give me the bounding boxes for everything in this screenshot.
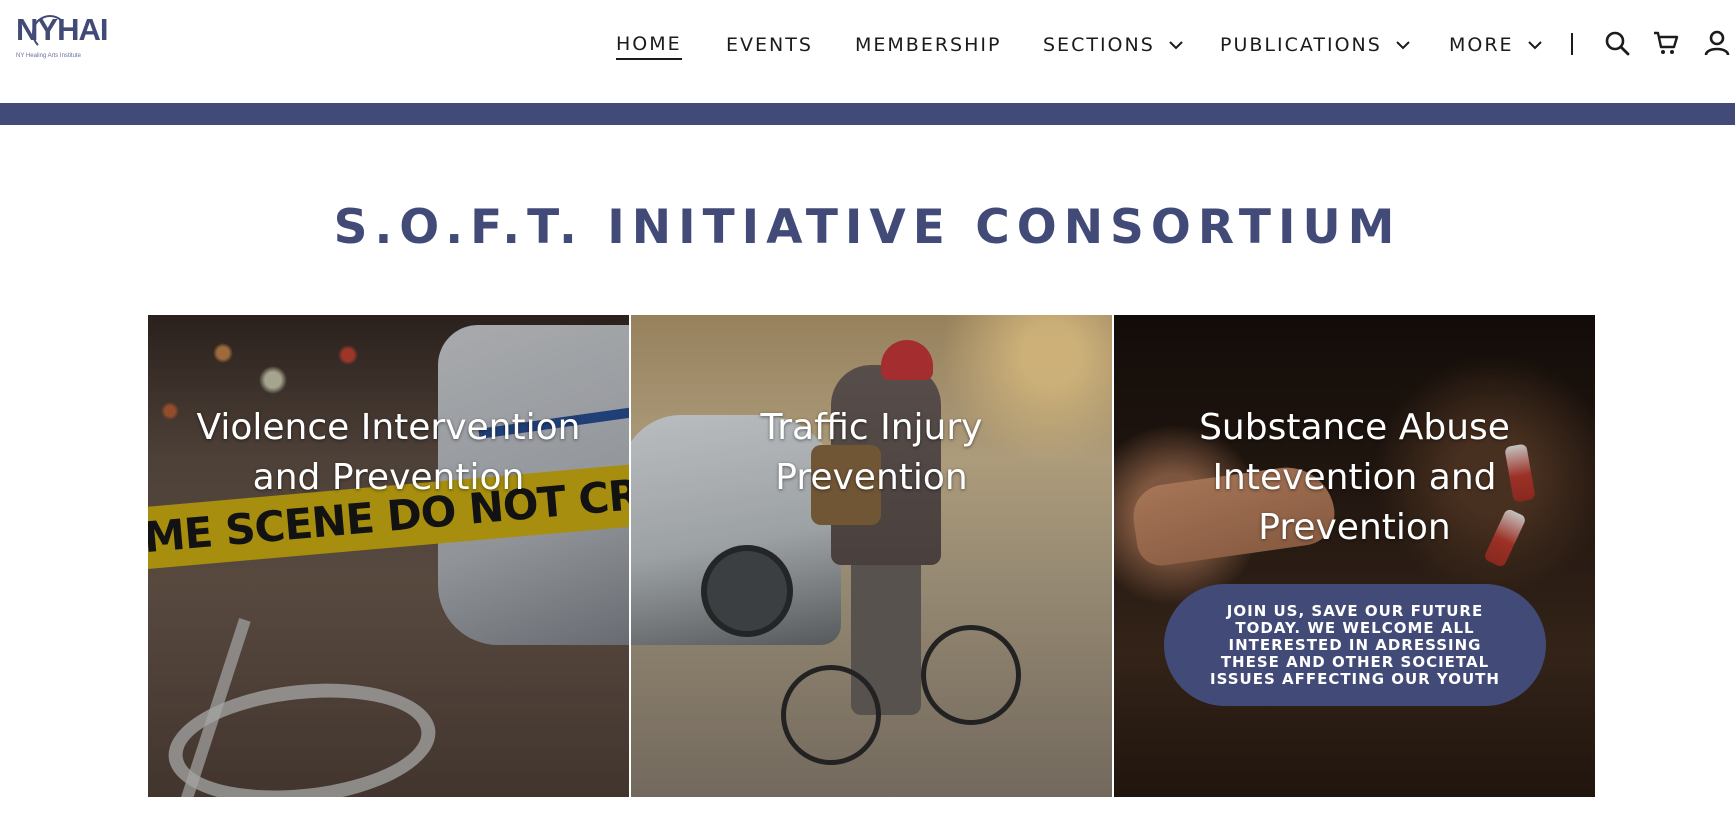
- join-us-button-label: JOIN US, SAVE OUR FUTURE TODAY. WE WELCO…: [1210, 601, 1500, 688]
- card-overlay: [148, 315, 629, 797]
- chevron-down-icon: [1396, 41, 1410, 50]
- card-title-line: and Prevention: [252, 457, 525, 498]
- card-title-line: Substance Abuse: [1199, 407, 1510, 448]
- nav-item-sections[interactable]: SECTIONS: [1043, 30, 1183, 60]
- chevron-down-icon: [1527, 41, 1542, 50]
- nav-item-more[interactable]: MORE: [1449, 30, 1542, 60]
- site-header: NYHAI NY Healing Arts Institute HOME EVE…: [0, 0, 1735, 103]
- nav-item-membership[interactable]: MEMBERSHIP: [855, 30, 1001, 60]
- card-substance-abuse[interactable]: Substance Abuse Intevention and Preventi…: [1114, 315, 1595, 797]
- nav-item-publications-label: PUBLICATIONS: [1220, 34, 1382, 56]
- card-title-line: Prevention: [1258, 507, 1451, 548]
- initiative-cards: IME SCENE DO NOT CROSS Violence Interven…: [148, 315, 1596, 797]
- card-overlay: [1114, 315, 1595, 797]
- user-icon[interactable]: [1704, 30, 1730, 56]
- nav-item-membership-label: MEMBERSHIP: [855, 34, 1002, 56]
- card-title-line: Traffic Injury: [760, 407, 983, 448]
- card-title-line: Intevention and: [1212, 457, 1497, 498]
- chevron-down-icon: [1169, 41, 1183, 50]
- search-icon[interactable]: [1604, 30, 1630, 56]
- card-title-line: Prevention: [775, 457, 968, 498]
- join-us-button[interactable]: JOIN US, SAVE OUR FUTURE TODAY. WE WELCO…: [1164, 584, 1546, 706]
- card-violence-prevention[interactable]: IME SCENE DO NOT CROSS Violence Interven…: [148, 315, 629, 797]
- nav-item-sections-label: SECTIONS: [1043, 34, 1155, 56]
- nav-item-home[interactable]: HOME: [616, 30, 682, 60]
- cart-icon[interactable]: [1653, 30, 1679, 56]
- card-traffic-injury[interactable]: Traffic Injury Prevention: [631, 315, 1112, 797]
- nav-item-publications[interactable]: PUBLICATIONS: [1220, 30, 1410, 60]
- nav-divider: [1571, 33, 1573, 55]
- nav-item-more-label: MORE: [1449, 34, 1514, 56]
- page-title: S.O.F.T. INITIATIVE CONSORTIUM: [333, 200, 1402, 255]
- card-overlay: [631, 315, 1112, 797]
- card-title-line: Violence Intervention: [196, 407, 581, 448]
- header-accent-band: [0, 103, 1735, 125]
- nav-item-events[interactable]: EVENTS: [726, 30, 813, 60]
- main-nav: HOME EVENTS MEMBERSHIP SECTIONS PUBLICAT…: [0, 30, 1735, 60]
